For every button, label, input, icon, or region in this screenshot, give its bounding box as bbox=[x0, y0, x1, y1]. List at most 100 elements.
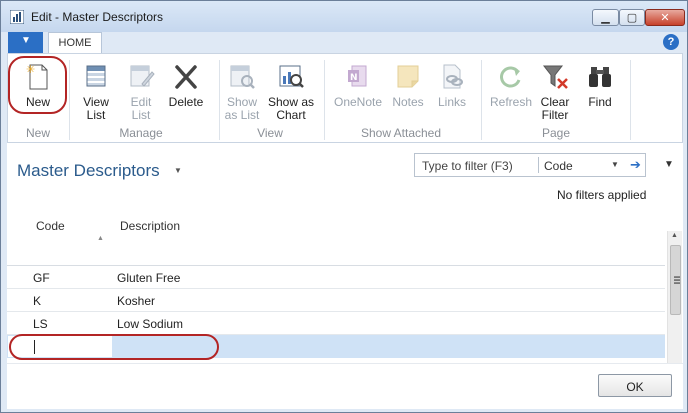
scroll-up-icon[interactable]: ▲ bbox=[671, 232, 678, 239]
new-row[interactable] bbox=[7, 335, 665, 358]
sort-ascending-icon: ▲ bbox=[97, 235, 104, 242]
apply-filter-arrow-icon[interactable]: ➔ bbox=[630, 157, 641, 173]
filter-box: Type to filter (F3) Code ▼ ➔ bbox=[414, 153, 646, 177]
maximize-button[interactable]: ▢ bbox=[619, 9, 645, 26]
find-button[interactable]: Find bbox=[582, 58, 618, 124]
dialog-footer: OK bbox=[7, 363, 683, 409]
clear-filter-button[interactable]: Clear Filter bbox=[538, 58, 572, 124]
clear-filter-label-2: Filter bbox=[541, 108, 569, 122]
notes-label: Notes bbox=[392, 95, 424, 109]
cell-description: Low Sodium bbox=[117, 317, 184, 331]
tab-home-label: HOME bbox=[58, 37, 92, 49]
new-label: New bbox=[25, 95, 50, 109]
table-row[interactable]: K Kosher bbox=[7, 289, 665, 312]
group-separator bbox=[630, 60, 631, 140]
help-icon[interactable]: ? bbox=[663, 34, 679, 50]
show-as-chart-label-1: Show as bbox=[267, 95, 315, 109]
links-icon bbox=[443, 64, 463, 89]
group-separator bbox=[481, 60, 482, 140]
show-as-chart-button[interactable]: Show as Chart bbox=[266, 58, 316, 124]
new-button[interactable]: ✳ New bbox=[14, 58, 62, 124]
cell-code: GF bbox=[33, 271, 50, 285]
show-as-list-label: Show as List bbox=[222, 96, 262, 122]
scroll-thumb[interactable]: ▬ ▬ ▬ bbox=[670, 245, 681, 315]
dialog-window: Edit - Master Descriptors ▁ ▢ ✕ ▼ HOME ?… bbox=[0, 0, 688, 413]
list-content: Master Descriptors ▼ Type to filter (F3)… bbox=[7, 143, 683, 363]
view-list-button[interactable]: View List bbox=[74, 58, 118, 124]
show-as-chart-label-2: Chart bbox=[276, 108, 306, 122]
column-header-code[interactable]: Code bbox=[36, 219, 65, 233]
ok-label: OK bbox=[626, 380, 644, 394]
group-separator bbox=[69, 60, 70, 140]
view-list-label-1: View bbox=[83, 95, 109, 109]
view-list-label: View List bbox=[74, 96, 118, 122]
collapse-filter-icon[interactable]: ▼ bbox=[664, 159, 674, 170]
filter-divider bbox=[538, 157, 539, 173]
filter-input[interactable]: Type to filter (F3) bbox=[422, 159, 513, 173]
delete-button[interactable]: Delete bbox=[164, 58, 208, 124]
refresh-button[interactable]: Refresh bbox=[486, 58, 536, 124]
show-as-list-button[interactable]: Show as List bbox=[222, 58, 262, 124]
cell-description: Gluten Free bbox=[117, 271, 181, 285]
links-button[interactable]: Links bbox=[432, 58, 472, 124]
edit-list-icon bbox=[130, 65, 155, 87]
links-label: Links bbox=[437, 95, 466, 109]
group-separator bbox=[219, 60, 220, 140]
text-cursor bbox=[34, 340, 35, 354]
table-row[interactable]: GF Gluten Free bbox=[7, 266, 665, 289]
tab-home[interactable]: HOME bbox=[48, 32, 102, 53]
group-label-view: View bbox=[257, 126, 283, 140]
maximize-icon: ▢ bbox=[626, 12, 638, 24]
ok-button[interactable]: OK bbox=[598, 374, 672, 397]
new-code-input[interactable] bbox=[7, 335, 113, 358]
ribbon-tab-row: ▼ HOME ? bbox=[1, 32, 687, 53]
close-icon: ✕ bbox=[660, 12, 670, 24]
view-list-icon bbox=[86, 65, 106, 87]
minimize-button[interactable]: ▁ bbox=[592, 9, 619, 26]
refresh-icon bbox=[500, 66, 521, 88]
show-as-list-label-2: as List bbox=[224, 108, 260, 122]
application-menu-button[interactable]: ▼ bbox=[8, 32, 43, 53]
group-label-manage: Manage bbox=[119, 126, 163, 140]
filter-field-select[interactable]: Code bbox=[544, 159, 573, 173]
title-bar: Edit - Master Descriptors ▁ ▢ ✕ bbox=[1, 1, 687, 32]
show-as-list-label-1: Show bbox=[226, 95, 258, 109]
delete-icon bbox=[175, 65, 197, 89]
group-separator bbox=[324, 60, 325, 140]
svg-text:N: N bbox=[350, 73, 358, 83]
table-row[interactable]: LS Low Sodium bbox=[7, 312, 665, 335]
column-header-description[interactable]: Description bbox=[120, 219, 180, 233]
refresh-label: Refresh bbox=[489, 95, 533, 109]
notes-button[interactable]: Notes bbox=[388, 58, 428, 124]
clear-filter-label: Clear Filter bbox=[538, 96, 572, 122]
group-label-new: New bbox=[25, 126, 50, 140]
vertical-scrollbar[interactable]: ▲ ▬ ▬ ▬ bbox=[667, 231, 682, 363]
minimize-icon: ▁ bbox=[601, 12, 610, 24]
page-title: Master Descriptors bbox=[17, 161, 160, 180]
cell-description: Kosher bbox=[117, 294, 156, 308]
cell-code: K bbox=[33, 294, 42, 308]
filter-field-dropdown-icon[interactable]: ▼ bbox=[611, 160, 619, 169]
window-title: Edit - Master Descriptors bbox=[31, 10, 164, 24]
view-list-label-2: List bbox=[86, 108, 106, 122]
cell-code: LS bbox=[33, 317, 48, 331]
onenote-button[interactable]: N OneNote bbox=[330, 58, 386, 124]
edit-list-button[interactable]: Edit List bbox=[120, 58, 162, 124]
ribbon: ✳ New New View List Edit List Delete Man… bbox=[7, 53, 683, 143]
onenote-label: OneNote bbox=[333, 95, 383, 109]
scroll-grip-icon: ▬ ▬ ▬ bbox=[674, 274, 680, 286]
close-button[interactable]: ✕ bbox=[645, 9, 685, 26]
clear-filter-icon bbox=[542, 65, 568, 89]
clear-filter-label-1: Clear bbox=[540, 95, 570, 109]
edit-list-label-2: List bbox=[131, 108, 151, 122]
menu-dropdown-icon: ▼ bbox=[21, 35, 31, 46]
onenote-icon: N bbox=[348, 65, 367, 87]
edit-list-label: Edit List bbox=[120, 96, 162, 122]
svg-text:✳: ✳ bbox=[26, 63, 35, 76]
filter-status: No filters applied bbox=[557, 188, 647, 202]
group-label-show-attached: Show Attached bbox=[360, 126, 442, 140]
find-label: Find bbox=[588, 95, 612, 109]
page-title-dropdown-icon[interactable]: ▼ bbox=[174, 166, 182, 175]
show-as-chart-label: Show as Chart bbox=[266, 96, 316, 122]
binoculars-icon bbox=[589, 67, 611, 87]
